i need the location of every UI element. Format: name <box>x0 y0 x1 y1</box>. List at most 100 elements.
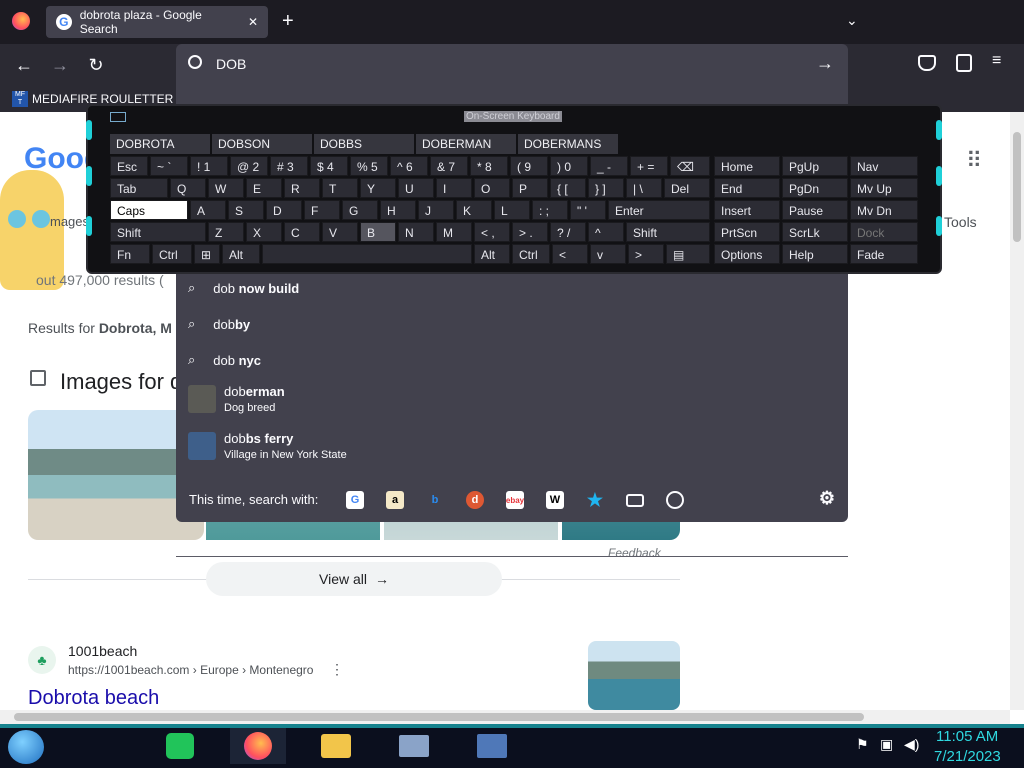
key[interactable]: ! 1 <box>190 156 228 176</box>
key-shift[interactable]: Shift <box>110 222 206 242</box>
feedback-link[interactable]: Feedback <box>608 546 661 560</box>
key-insert[interactable]: Insert <box>714 200 780 220</box>
key[interactable]: B <box>360 222 396 242</box>
go-arrow-icon[interactable]: → <box>816 53 834 74</box>
key[interactable]: P <box>512 178 548 198</box>
key[interactable]: V <box>322 222 358 242</box>
taskbar-osk[interactable] <box>464 728 520 764</box>
key[interactable]: > . <box>512 222 548 242</box>
windows-key-icon[interactable]: ⊞ <box>194 244 220 264</box>
duckduckgo-engine-icon[interactable]: d <box>466 491 484 509</box>
taskbar-firefox[interactable] <box>230 728 286 764</box>
site-url[interactable]: https://1001beach.com › Europe › Montene… <box>68 663 313 677</box>
key[interactable]: I <box>436 178 472 198</box>
key-help[interactable]: Help <box>782 244 848 264</box>
key[interactable]: ) 0 <box>550 156 588 176</box>
ebay-engine-icon[interactable]: ebay <box>506 491 524 509</box>
url-bar[interactable]: DOB → <box>176 44 848 86</box>
key-enter[interactable]: Enter <box>608 200 710 220</box>
prediction-item[interactable]: DOBERMANS <box>518 134 618 154</box>
key-nav[interactable]: Nav <box>850 156 918 176</box>
key[interactable]: A <box>190 200 226 220</box>
key-options[interactable]: Options <box>714 244 780 264</box>
key[interactable]: O <box>474 178 510 198</box>
prediction-item[interactable]: DOBROTA <box>110 134 210 154</box>
taskbar-notes-app[interactable] <box>152 728 208 764</box>
suggestion-item[interactable]: ⌕ dob nyc <box>188 352 261 368</box>
key-end[interactable]: End <box>714 178 780 198</box>
key[interactable]: Y <box>360 178 396 198</box>
key[interactable]: F <box>304 200 340 220</box>
prediction-item[interactable]: DOBSON <box>212 134 312 154</box>
key[interactable]: } ] <box>588 178 624 198</box>
key-dock[interactable]: Dock <box>850 222 918 242</box>
key[interactable]: U <box>398 178 434 198</box>
key-mvup[interactable]: Mv Up <box>850 178 918 198</box>
extensions-icon[interactable] <box>956 54 972 72</box>
network-icon[interactable]: ▣ <box>880 736 893 753</box>
key[interactable]: T <box>322 178 358 198</box>
key-del[interactable]: Del <box>664 178 710 198</box>
tabs-icon[interactable] <box>626 494 644 507</box>
clock-date[interactable]: 7/21/2023 <box>934 748 1001 765</box>
key[interactable]: G <box>342 200 378 220</box>
key[interactable]: < , <box>474 222 510 242</box>
key[interactable]: Q <box>170 178 206 198</box>
horizontal-scrollbar[interactable] <box>0 710 1010 724</box>
key-ctrl-right[interactable]: Ctrl <box>512 244 550 264</box>
vertical-scrollbar[interactable] <box>1010 112 1024 710</box>
key[interactable]: & 7 <box>430 156 468 176</box>
key[interactable]: H <box>380 200 416 220</box>
suggestion-item[interactable]: dobbs ferry Village in New York State <box>188 431 347 461</box>
tab-active[interactable]: G dobrota plaza - Google Search ✕ <box>46 6 268 38</box>
images-tab[interactable]: mages <box>50 214 89 229</box>
prediction-item[interactable]: DOBBS <box>314 134 414 154</box>
key[interactable]: % 5 <box>350 156 388 176</box>
backspace-key[interactable]: ⌫ <box>670 156 710 176</box>
key[interactable]: R <box>284 178 320 198</box>
key[interactable]: { [ <box>550 178 586 198</box>
pocket-icon[interactable] <box>918 55 936 71</box>
key[interactable]: E <box>246 178 282 198</box>
bing-engine-icon[interactable]: b <box>426 491 444 509</box>
prediction-item[interactable]: DOBERMAN <box>416 134 516 154</box>
key[interactable]: " ' <box>570 200 606 220</box>
key-pgup[interactable]: PgUp <box>782 156 848 176</box>
taskbar-control-panel[interactable] <box>386 728 442 764</box>
key-right-arrow[interactable]: > <box>628 244 664 264</box>
suggestion-item[interactable]: doberman Dog breed <box>188 384 285 414</box>
key-caps[interactable]: Caps <box>110 200 188 220</box>
tab-close-icon[interactable]: ✕ <box>248 15 258 29</box>
key-scrlk[interactable]: ScrLk <box>782 222 848 242</box>
key-menu[interactable]: ▤ <box>666 244 710 264</box>
result-thumbnail[interactable] <box>588 641 680 710</box>
key[interactable]: _ - <box>590 156 628 176</box>
firefox-icon[interactable] <box>12 12 30 30</box>
key-down-arrow[interactable]: v <box>590 244 626 264</box>
key-pgdn[interactable]: PgDn <box>782 178 848 198</box>
key[interactable]: D <box>266 200 302 220</box>
key-alt[interactable]: Alt <box>222 244 260 264</box>
clock-time[interactable]: 11:05 AM <box>936 728 998 745</box>
key[interactable]: L <box>494 200 530 220</box>
google-engine-icon[interactable]: G <box>346 491 364 509</box>
key[interactable]: ^ 6 <box>390 156 428 176</box>
key[interactable]: # 3 <box>270 156 308 176</box>
key-esc[interactable]: Esc <box>110 156 148 176</box>
forward-button[interactable]: → <box>46 51 74 79</box>
key-alt-right[interactable]: Alt <box>474 244 510 264</box>
suggestion-item[interactable]: ⌕ dobby <box>188 316 250 332</box>
key-tab[interactable]: Tab <box>110 178 168 198</box>
key[interactable]: J <box>418 200 454 220</box>
key[interactable]: : ; <box>532 200 568 220</box>
key[interactable]: M <box>436 222 472 242</box>
flag-icon[interactable]: ⚑ <box>856 736 869 753</box>
taskbar-file-explorer[interactable] <box>308 728 364 764</box>
key[interactable]: * 8 <box>470 156 508 176</box>
key[interactable]: X <box>246 222 282 242</box>
key-left-arrow[interactable]: < <box>552 244 588 264</box>
key-mvdn[interactable]: Mv Dn <box>850 200 918 220</box>
key-ctrl[interactable]: Ctrl <box>152 244 192 264</box>
bookmarks-star-icon[interactable]: ★ <box>586 490 604 510</box>
back-button[interactable]: ← <box>10 51 38 79</box>
